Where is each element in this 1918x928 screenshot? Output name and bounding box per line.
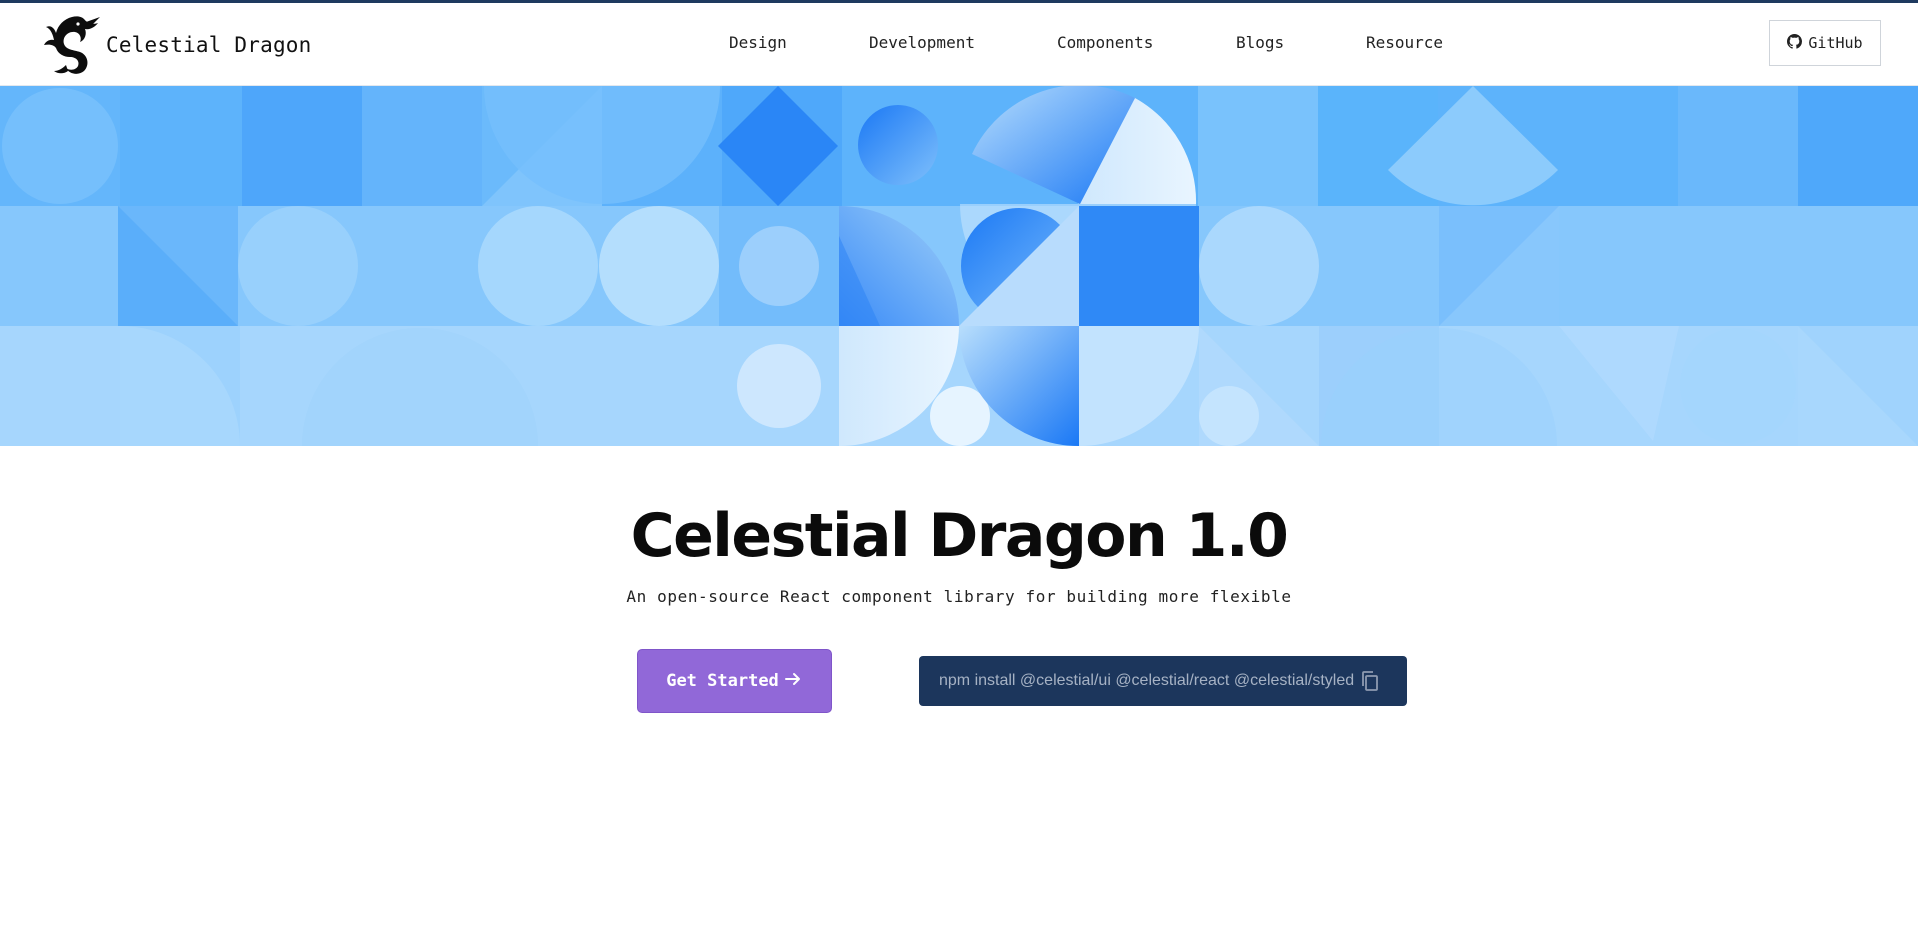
nav-resource[interactable]: Resource [1366, 33, 1443, 52]
install-command: npm install @celestial/ui @celestial/rea… [939, 672, 1355, 689]
navbar: Celestial Dragon Design Development Comp… [0, 3, 1918, 86]
hero-subtitle: An open-source React component library f… [626, 587, 1292, 606]
nav-blogs[interactable]: Blogs [1236, 33, 1284, 52]
github-icon [1787, 33, 1803, 53]
nav-development[interactable]: Development [869, 33, 975, 52]
main-nav: Design Development Components Blogs Reso… [0, 3, 1918, 85]
github-label: GitHub [1808, 34, 1863, 52]
arrow-right-icon [783, 669, 803, 694]
hero-banner [0, 86, 1918, 446]
hero-title: Celestial Dragon 1.0 [630, 501, 1289, 571]
github-button[interactable]: GitHub [1769, 20, 1881, 66]
get-started-button[interactable]: Get Started [637, 649, 832, 713]
get-started-label: Get Started [666, 671, 779, 691]
copy-icon[interactable] [1358, 669, 1382, 693]
nav-design[interactable]: Design [729, 33, 787, 52]
install-command-box: npm install @celestial/ui @celestial/rea… [919, 656, 1407, 706]
nav-components[interactable]: Components [1057, 33, 1153, 52]
